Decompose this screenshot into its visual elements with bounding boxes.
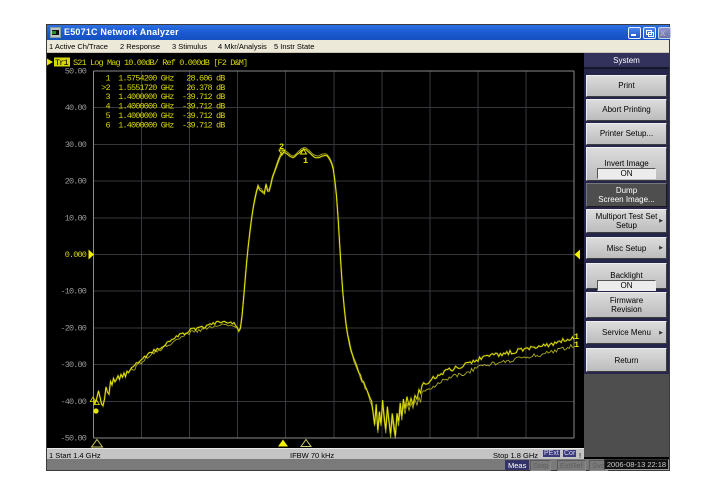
- svg-text:1: 1: [574, 340, 579, 350]
- svg-text:-40.00: -40.00: [60, 397, 86, 407]
- svg-text:-20.00: -20.00: [60, 323, 86, 333]
- svg-text:10.00: 10.00: [65, 213, 87, 223]
- svg-text:30.00: 30.00: [65, 140, 87, 150]
- svg-text:20.00: 20.00: [65, 177, 87, 187]
- svg-text:6 1.4000000 GHz -39.712 dB: 6 1.4000000 GHz -39.712 dB: [97, 121, 225, 131]
- svg-text:40.00: 40.00: [65, 103, 87, 113]
- svg-text:50.00: 50.00: [65, 67, 87, 77]
- svg-text:-30.00: -30.00: [60, 360, 86, 370]
- svg-text:Tr1: Tr1: [55, 58, 69, 68]
- svg-text:S21 Log Mag 10.00dB/ Ref 0.000: S21 Log Mag 10.00dB/ Ref 0.000dB [F2 D&M…: [73, 58, 247, 68]
- svg-text:1: 1: [303, 156, 308, 166]
- svg-text:1 1.5754200 GHz 28.606 dB: 1 1.5754200 GHz 28.606 dB: [97, 73, 225, 83]
- svg-text:-10.00: -10.00: [60, 287, 86, 297]
- svg-text:-50.00: -50.00: [60, 434, 86, 444]
- svg-text:4 1.4000000 GHz -39.712 dB: 4 1.4000000 GHz -39.712 dB: [97, 102, 225, 112]
- svg-text:0.000: 0.000: [65, 250, 87, 260]
